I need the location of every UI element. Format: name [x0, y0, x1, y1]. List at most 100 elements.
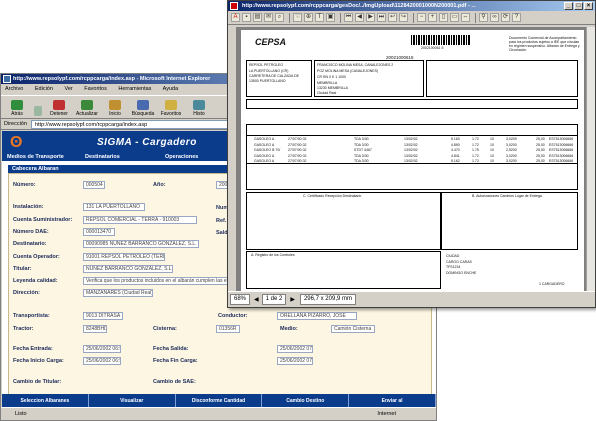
seleccion-albaranes-button[interactable]: Seleccion Albaranes	[2, 394, 89, 408]
pdf-viewport[interactable]: CEPSA 2002100061 5 Documento Comercial d…	[228, 27, 595, 291]
app-title: SIGMA - Cargadero	[97, 137, 197, 148]
menu-ver[interactable]: Ver	[64, 86, 72, 92]
table-cell: ES7513006666	[549, 142, 574, 147]
refresh-icon	[81, 100, 93, 110]
select-text-icon[interactable]: T	[315, 13, 324, 22]
minimize-button[interactable]: _	[564, 2, 573, 10]
refresh-button[interactable]: Actualizar	[73, 100, 101, 117]
home-button[interactable]: Inicio	[101, 100, 129, 117]
search-icon[interactable]: ⌕	[275, 13, 284, 22]
favorites-button[interactable]: Favoritos	[157, 100, 185, 117]
conductor-field[interactable]: ORELLANA PIZARRO, JOSE	[277, 312, 357, 320]
table-cell: 1.72	[472, 137, 479, 141]
menu-herramientas[interactable]: Herramientas	[118, 86, 151, 92]
fecha-ini-label: Fecha Inicio Carga:	[13, 358, 64, 364]
first-page-small-icon[interactable]: ◀	[254, 296, 259, 303]
forward-button[interactable]	[31, 106, 45, 117]
leyenda-label: Leyenda calidad:	[13, 278, 58, 284]
direccion-field[interactable]: MANZANARES (Ciudad Real)	[83, 289, 153, 297]
table-cell: GASOLEO B 70/	[254, 148, 281, 152]
pdf-vertical-scrollbar[interactable]	[586, 27, 595, 291]
menu-archivo[interactable]: Archivo	[5, 86, 23, 92]
star-icon	[165, 100, 177, 110]
menu-edicion[interactable]: Edición	[35, 86, 53, 92]
rotate-icon[interactable]: ⟳	[501, 13, 510, 22]
numero-field[interactable]: 000504	[83, 181, 105, 189]
history-button[interactable]: Histo	[185, 100, 213, 117]
visualizar-button[interactable]: Visualizar	[89, 394, 176, 408]
menu-ayuda[interactable]: Ayuda	[163, 86, 179, 92]
nav-destinatarios[interactable]: Destinatarios	[85, 154, 120, 160]
disconforme-cantidad-button[interactable]: Disconforme Cantidad	[176, 394, 263, 408]
table-cell: 10	[490, 148, 494, 152]
back-button[interactable]: Atrás	[3, 100, 31, 117]
find-icon[interactable]: ⚲	[479, 13, 488, 22]
save-icon[interactable]: ▪	[242, 13, 251, 22]
instalacion-field[interactable]: 131 LA PUERTOLLANO	[83, 203, 145, 211]
close-button[interactable]: ×	[584, 2, 593, 10]
hand-tool-icon[interactable]: ☜	[293, 13, 302, 22]
fecha-entrada-field[interactable]: 25/06/2002 06:5	[83, 345, 121, 353]
zoom-out-icon[interactable]: −	[417, 13, 426, 22]
menu-favoritos[interactable]: Favoritos	[84, 86, 107, 92]
fit-width-icon[interactable]: ⇔	[461, 13, 470, 22]
medio-field[interactable]: Camión Cisterna	[331, 325, 375, 333]
table-cell: GASOLEO A	[254, 159, 275, 163]
ie-icon	[3, 75, 11, 83]
stop-button[interactable]: Detener	[45, 100, 73, 117]
print-icon[interactable]: ▤	[253, 13, 262, 22]
snapshot-icon[interactable]: ▣	[326, 13, 335, 22]
cuenta-op-label: Cuenta Operador:	[13, 254, 60, 260]
table-cell: 13/02/02	[404, 142, 418, 147]
transportista-field[interactable]: 9013 DITRASA	[83, 312, 123, 320]
nav-operaciones[interactable]: Operaciones	[165, 154, 198, 160]
bookmarks-tab[interactable]	[228, 27, 237, 291]
fecha-entrada-label: Fecha Entrada:	[13, 346, 53, 352]
app-footer-nav: Seleccion Albaranes Visualizar Disconfor…	[2, 394, 436, 408]
doc-footer-label: 1 CARGADERO	[539, 282, 565, 286]
last-page-icon[interactable]: ⏭	[377, 13, 386, 22]
next-page-small-icon[interactable]: ▶	[290, 296, 295, 303]
first-page-icon[interactable]: ⏮	[344, 13, 353, 22]
table-cell: TDA 3/30	[354, 159, 369, 163]
zoom-in-icon[interactable]: +	[428, 13, 437, 22]
maximize-button[interactable]: □	[574, 2, 583, 10]
back-view-icon[interactable]: ↩	[388, 13, 397, 22]
help-icon[interactable]: ?	[512, 13, 521, 22]
receptor-box: FRANCISCO MOLINA MESA, CANALEJONES 2 POZ…	[314, 60, 424, 97]
pdf-titlebar[interactable]: http://www.repsolypf.com/rcppcarga/gesDo…	[228, 1, 595, 11]
fit-page-icon[interactable]: ▭	[450, 13, 459, 22]
binoculars-icon[interactable]: ∞	[490, 13, 499, 22]
cambio-destino-button[interactable]: Cambio Destino	[262, 394, 350, 408]
next-page-icon[interactable]: ▶	[366, 13, 375, 22]
cuenta-op-field[interactable]: 91001 REPSOL PETROLEO (TERRA)	[83, 253, 165, 261]
ref-box	[426, 60, 578, 97]
prev-page-icon[interactable]: ◀	[355, 13, 364, 22]
page-indicator[interactable]: 1 de 2	[261, 294, 287, 305]
table-cell: 2,5200	[506, 148, 517, 152]
tractor-field[interactable]: 8248BHD	[83, 325, 107, 333]
cisterna-field[interactable]: 01356R	[216, 325, 240, 333]
pdf-toolbar: A ▪ ▤ ✉ ⌕ ☜ ⊕ T ▣ ⏮ ◀ ▶ ⏭ ↩ ↪ − + ▯ ▭ ⇔ …	[228, 11, 595, 25]
titular-field[interactable]: NUÑEZ BARRANCO GONZALEZ, S.L.	[83, 265, 173, 273]
table-cell: 27/07/00 02	[288, 148, 307, 152]
leyenda-field[interactable]: Verifica que los productos incluidos en …	[83, 277, 231, 285]
nav-medios[interactable]: Medios de Transporte	[7, 154, 64, 160]
destinatario-field[interactable]: 00090985 NUÑEZ BARRANCO GONZALEZ, S.L.	[83, 240, 199, 248]
fecha-fin-field[interactable]: 25/06/2002 07:	[277, 357, 313, 365]
pdf-title: http://www.repsolypf.com/rcppcarga/gesDo…	[242, 3, 476, 9]
zoom-tool-icon[interactable]: ⊕	[304, 13, 313, 22]
forward-view-icon[interactable]: ↪	[399, 13, 408, 22]
fecha-salida-field[interactable]: 25/06/2002 07:	[277, 345, 313, 353]
search-button[interactable]: Búsqueda	[129, 100, 157, 117]
enviar-button[interactable]: Enviar al	[349, 394, 436, 408]
table-cell: 27/07/00 02	[288, 137, 307, 141]
numero-dae-field[interactable]: 000013470	[83, 228, 115, 236]
fecha-ini-field[interactable]: 25/06/2002 06:5	[83, 357, 121, 365]
cuenta-sum-select[interactable]: REPSOL COMERCIAL - TERRA - 910003	[83, 216, 197, 224]
zoom-level[interactable]: 68%	[230, 294, 251, 305]
actual-size-icon[interactable]: ▯	[439, 13, 448, 22]
table-cell: 27/07/00 02	[288, 159, 307, 163]
table-cell: 10	[490, 153, 494, 158]
email-icon[interactable]: ✉	[264, 13, 273, 22]
